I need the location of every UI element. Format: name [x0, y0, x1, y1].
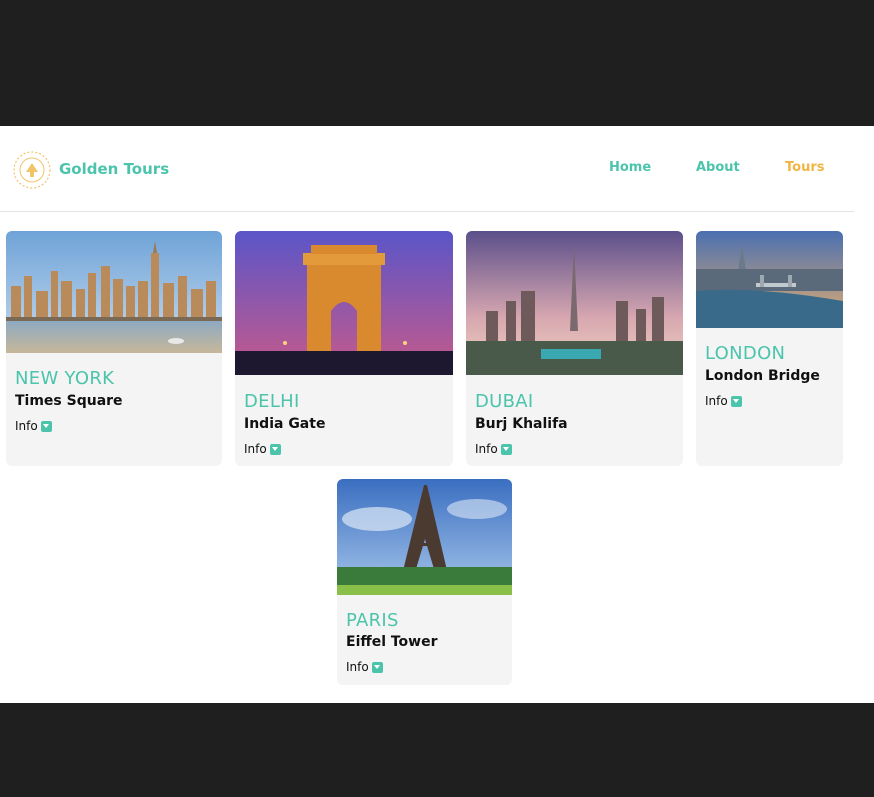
nav-tours-link[interactable]: Tours	[785, 160, 824, 175]
info-toggle[interactable]: Info	[475, 442, 512, 456]
card-landmark: London Bridge	[705, 368, 820, 384]
info-toggle[interactable]: Info	[15, 419, 52, 433]
tour-card-new-york[interactable]: NEW YORK Times Square Info	[6, 231, 222, 466]
card-landmark: India Gate	[244, 416, 326, 432]
nav-about-link[interactable]: About	[696, 160, 740, 175]
info-toggle[interactable]: Info	[705, 394, 742, 408]
site-header: Golden Tours Home About Tours	[0, 126, 854, 212]
info-toggle[interactable]: Info	[244, 442, 281, 456]
card-city: DUBAI	[475, 391, 534, 412]
card-landmark: Burj Khalifa	[475, 416, 568, 432]
tour-card-dubai[interactable]: DUBAI Burj Khalifa Info	[466, 231, 683, 466]
chevron-down-icon[interactable]	[269, 443, 281, 455]
info-label: Info	[346, 660, 369, 674]
info-label: Info	[475, 442, 498, 456]
card-landmark: Times Square	[15, 393, 123, 409]
logo-icon[interactable]	[12, 150, 52, 190]
chevron-down-icon[interactable]	[371, 661, 383, 673]
london-bridge-image	[696, 231, 843, 328]
card-city: PARIS	[346, 610, 399, 631]
card-city: DELHI	[244, 391, 300, 412]
india-gate-image	[235, 231, 453, 375]
chevron-down-icon[interactable]	[500, 443, 512, 455]
eiffel-tower-image	[337, 479, 512, 595]
card-city: NEW YORK	[15, 368, 115, 389]
chevron-down-icon[interactable]	[730, 395, 742, 407]
tour-card-delhi[interactable]: DELHI India Gate Info	[235, 231, 453, 466]
card-landmark: Eiffel Tower	[346, 634, 438, 650]
info-label: Info	[15, 419, 38, 433]
info-label: Info	[705, 394, 728, 408]
info-toggle[interactable]: Info	[346, 660, 383, 674]
new-york-skyline-image	[6, 231, 222, 353]
brand-name[interactable]: Golden Tours	[59, 160, 169, 178]
nav-home-link[interactable]: Home	[609, 160, 651, 175]
burj-khalifa-image	[466, 231, 683, 375]
chevron-down-icon[interactable]	[40, 420, 52, 432]
page: Golden Tours Home About Tours NEW YORK T…	[0, 126, 874, 703]
card-city: LONDON	[705, 343, 786, 364]
info-label: Info	[244, 442, 267, 456]
tour-card-paris[interactable]: PARIS Eiffel Tower Info	[337, 479, 512, 685]
tour-card-london[interactable]: LONDON London Bridge Info	[696, 231, 843, 466]
